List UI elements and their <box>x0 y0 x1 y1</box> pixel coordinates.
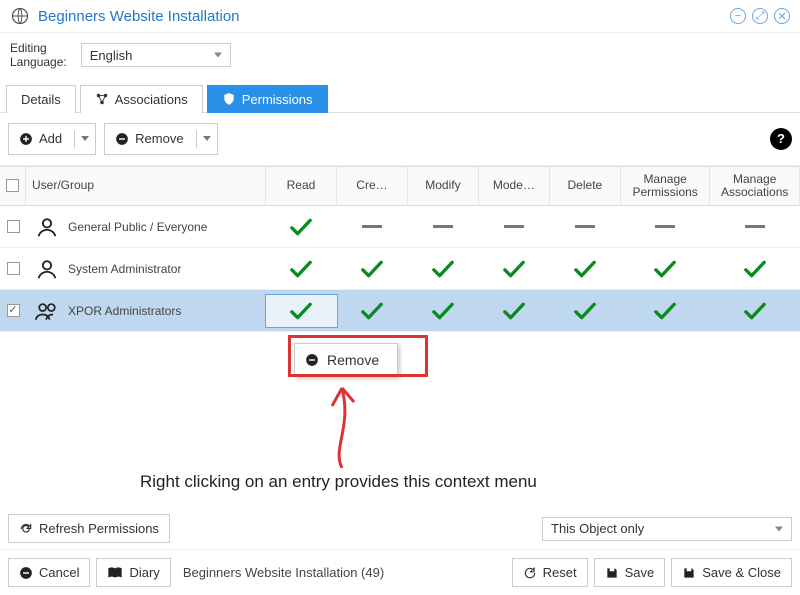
perm-cell-manage_perm[interactable] <box>620 253 710 285</box>
perm-cell-create[interactable] <box>337 295 408 327</box>
table-row[interactable]: System Administrator <box>0 248 800 290</box>
minus-circle-icon <box>115 132 129 146</box>
language-select[interactable]: English <box>81 43 231 67</box>
save-icon <box>605 566 619 580</box>
col-usergroup[interactable]: User/Group <box>26 167 266 205</box>
perm-cell-moderate[interactable] <box>479 253 550 285</box>
table-row[interactable]: General Public / Everyone <box>0 206 800 248</box>
tabs: Details Associations Permissions <box>0 84 800 112</box>
footer-object-name: Beginners Website Installation (49) <box>183 565 384 580</box>
toolbar: Add Remove ? <box>0 112 800 166</box>
save-button[interactable]: Save <box>594 558 666 587</box>
col-manage-permissions[interactable]: Manage Permissions <box>621 167 711 205</box>
row-name-cell: General Public / Everyone <box>26 210 266 244</box>
footer: Cancel Diary Beginners Website Installat… <box>0 549 800 595</box>
col-modify[interactable]: Modify <box>408 167 479 205</box>
perm-cell-delete[interactable] <box>550 253 621 285</box>
user-icon <box>34 258 60 280</box>
row-name-cell: XPOR Administrators <box>26 294 266 328</box>
col-moderate[interactable]: Mode… <box>479 167 550 205</box>
perm-cell-manage_assoc[interactable] <box>710 295 800 327</box>
plus-circle-icon <box>19 132 33 146</box>
perm-cell-create[interactable] <box>337 219 408 234</box>
maximize-button[interactable]: ⤢ <box>752 8 768 24</box>
perm-cell-create[interactable] <box>337 253 408 285</box>
row-checkbox[interactable] <box>7 220 20 233</box>
tab-permissions[interactable]: Permissions <box>207 85 328 113</box>
grid-body: General Public / Everyone System Administ… <box>0 206 800 332</box>
annotation-arrow-icon <box>322 378 362 468</box>
refresh-permissions-button[interactable]: Refresh Permissions <box>8 514 170 543</box>
refresh-icon <box>523 566 537 580</box>
perm-cell-manage_assoc[interactable] <box>710 253 800 285</box>
perm-cell-read[interactable] <box>266 211 337 243</box>
annotation-text: Right clicking on an entry provides this… <box>140 472 537 492</box>
table-row[interactable]: XPOR Administrators <box>0 290 800 332</box>
help-button[interactable]: ? <box>770 128 792 150</box>
cancel-button[interactable]: Cancel <box>8 558 90 587</box>
context-menu: Remove <box>294 343 398 377</box>
row-name-label: System Administrator <box>68 262 181 276</box>
context-menu-remove[interactable]: Remove <box>327 352 379 368</box>
row-name-label: General Public / Everyone <box>68 220 207 234</box>
user-icon <box>34 216 60 238</box>
reset-button[interactable]: Reset <box>512 558 588 587</box>
save-close-button[interactable]: Save & Close <box>671 558 792 587</box>
language-label: Editing Language: <box>10 41 67 70</box>
page-title: Beginners Website Installation <box>38 8 730 25</box>
group-icon <box>34 300 60 322</box>
col-manage-associations[interactable]: Manage Associations <box>710 167 800 205</box>
remove-dropdown[interactable] <box>196 130 217 148</box>
add-dropdown[interactable] <box>74 130 95 148</box>
save-icon <box>682 566 696 580</box>
perm-cell-read[interactable] <box>266 253 337 285</box>
perm-cell-read[interactable] <box>266 295 337 327</box>
minus-circle-icon <box>19 566 33 580</box>
associations-icon <box>95 92 109 106</box>
perm-cell-modify[interactable] <box>408 295 479 327</box>
close-button[interactable]: ✕ <box>774 8 790 24</box>
diary-button[interactable]: Diary <box>96 558 170 587</box>
perm-cell-manage_perm[interactable] <box>620 295 710 327</box>
minus-circle-icon <box>305 353 319 367</box>
minimize-button[interactable]: − <box>730 8 746 24</box>
perm-cell-modify[interactable] <box>408 219 479 234</box>
refresh-icon <box>19 522 33 536</box>
col-create[interactable]: Cre… <box>337 167 408 205</box>
row-checkbox[interactable] <box>7 304 20 317</box>
col-read[interactable]: Read <box>266 167 337 205</box>
title-bar: Beginners Website Installation − ⤢ ✕ <box>0 0 800 33</box>
perm-cell-moderate[interactable] <box>479 295 550 327</box>
scope-row: Refresh Permissions This Object only <box>0 504 800 549</box>
perm-cell-delete[interactable] <box>550 295 621 327</box>
scope-select[interactable]: This Object only <box>542 517 792 541</box>
select-all-checkbox[interactable] <box>6 179 19 192</box>
col-delete[interactable]: Delete <box>550 167 621 205</box>
language-row: Editing Language: English <box>0 33 800 84</box>
grid-header: User/Group Read Cre… Modify Mode… Delete… <box>0 166 800 206</box>
tab-details[interactable]: Details <box>6 85 76 113</box>
row-name-cell: System Administrator <box>26 252 266 286</box>
perm-cell-delete[interactable] <box>550 219 621 234</box>
shield-icon <box>222 92 236 106</box>
perm-cell-modify[interactable] <box>408 253 479 285</box>
globe-icon <box>10 6 30 26</box>
add-button[interactable]: Add <box>8 123 96 155</box>
row-name-label: XPOR Administrators <box>68 304 181 318</box>
perm-cell-moderate[interactable] <box>479 219 550 234</box>
row-checkbox[interactable] <box>7 262 20 275</box>
remove-button[interactable]: Remove <box>104 123 217 155</box>
perm-cell-manage_assoc[interactable] <box>710 219 800 234</box>
book-icon <box>107 566 123 580</box>
tab-associations[interactable]: Associations <box>80 85 203 113</box>
perm-cell-manage_perm[interactable] <box>620 219 710 234</box>
